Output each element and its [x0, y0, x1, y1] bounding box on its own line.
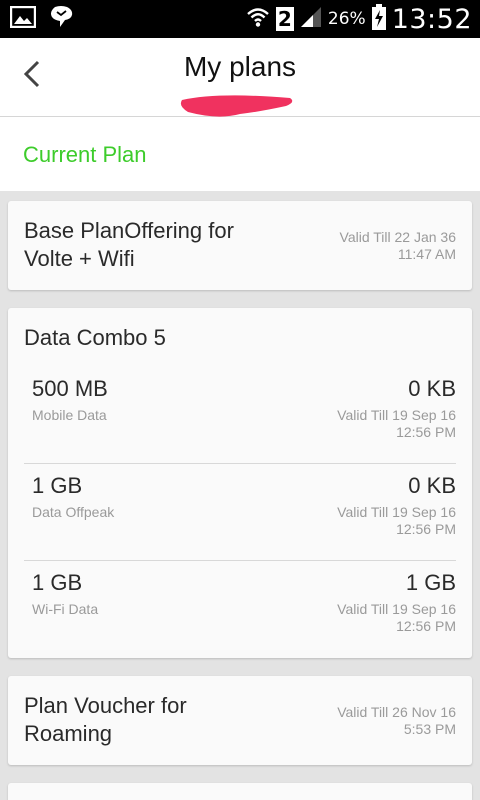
sim-slot-indicator: 2 [275, 7, 294, 31]
benefit-label: Mobile Data [32, 407, 107, 423]
benefit-validity: Valid Till 19 Sep 16 12:56 PM [337, 504, 456, 537]
battery-charging-icon [371, 3, 386, 35]
status-bar: 2 26% 13:52 [0, 0, 480, 38]
benefit-remaining: 0 KB [408, 376, 456, 401]
signal-strength-icon [300, 6, 322, 33]
plan-benefit-row: 500 MB Mobile Data 0 KB Valid Till 19 Se… [24, 366, 456, 464]
benefit-remaining: 0 KB [408, 473, 456, 498]
app-bar: My plans [0, 38, 480, 117]
plan-name: Base PlanOffering for Volte + Wifi [24, 218, 234, 271]
benefit-amount: 1 GB [32, 570, 83, 595]
plan-name: Plan Voucher for Roaming [24, 693, 187, 746]
plan-card[interactable]: Plan Voucher for Roaming Valid Till 26 N… [8, 676, 472, 765]
page-title: My plans [183, 51, 297, 82]
plan-card[interactable]: Base PlanOffering for Volte + Wifi Valid… [8, 201, 472, 290]
wifi-icon [246, 6, 270, 33]
plan-name: Data Combo 5 [24, 325, 166, 350]
plan-benefit-row: 1 GB Data Offpeak 0 KB Valid Till 19 Sep… [24, 463, 456, 561]
plan-validity: Valid Till 26 Nov 16 5:53 PM [337, 704, 456, 737]
plan-card[interactable]: Data Combo 5 500 MB Mobile Data 0 KB Val… [8, 308, 472, 658]
benefit-remaining: 1 GB [405, 570, 456, 595]
benefit-label: Wi-Fi Data [32, 601, 99, 617]
benefit-validity: Valid Till 19 Sep 16 12:56 PM [337, 407, 456, 440]
benefit-amount: 500 MB [32, 376, 108, 401]
section-title: Current Plan [23, 142, 147, 167]
benefit-validity: Valid Till 19 Sep 16 12:56 PM [337, 601, 456, 634]
plan-validity: Valid Till 22 Jan 36 11:47 AM [339, 229, 456, 262]
plan-card[interactable] [8, 783, 472, 800]
benefit-amount: 1 GB [32, 473, 83, 498]
missed-call-notification-icon [48, 5, 74, 34]
benefit-label: Data Offpeak [32, 504, 115, 520]
battery-percent: 26% [327, 9, 366, 29]
plan-benefit-row: 1 GB Wi-Fi Data 1 GB Valid Till 19 Sep 1… [24, 560, 456, 657]
current-plan-header: Current Plan [0, 117, 480, 191]
gallery-notification-icon [9, 5, 37, 33]
clock: 13:52 [391, 3, 472, 35]
